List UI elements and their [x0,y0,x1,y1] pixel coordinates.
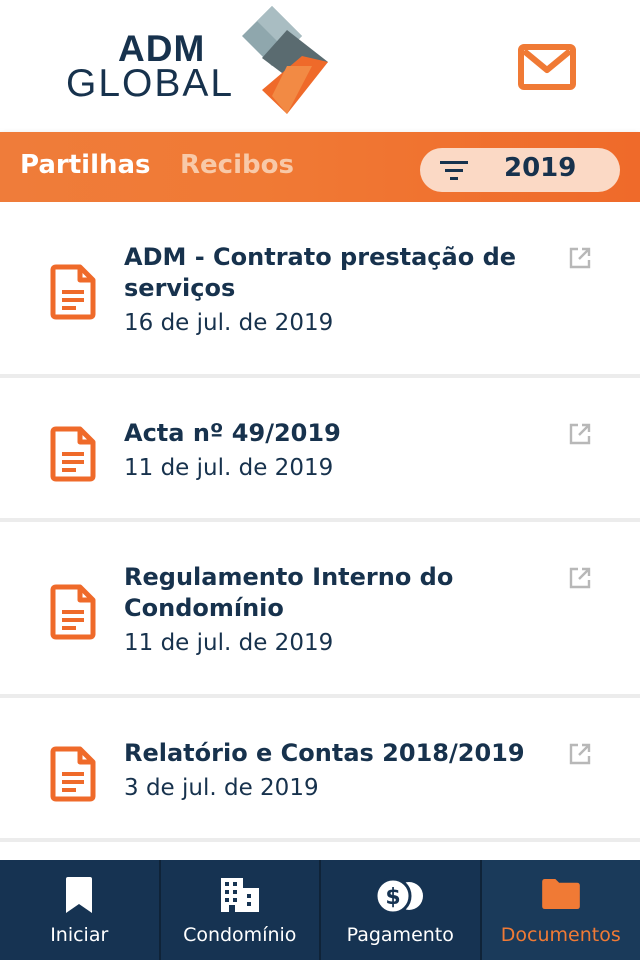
document-list-item[interactable]: ADM - Contrato prestação de serviços 16 … [0,202,640,378]
open-external-icon[interactable] [568,422,592,446]
svg-text:$: $ [386,885,401,910]
nav-documentos[interactable]: Documentos [481,860,640,960]
document-date: 11 de jul. de 2019 [124,455,334,481]
nav-condominio[interactable]: Condomínio [160,860,321,960]
building-icon [220,878,259,912]
nav-label-iniciar: Iniciar [50,924,109,946]
logo-mark-icon [242,6,328,114]
document-list-item-partial[interactable] [0,842,640,862]
nav-label-condominio: Condomínio [183,924,297,946]
document-title: ADM - Contrato prestação de serviços [124,243,517,302]
tab-partilhas[interactable]: Partilhas [20,150,151,180]
nav-pagamento[interactable]: $ Pagamento [321,860,482,960]
year-filter-button[interactable]: 2019 [420,148,620,192]
logo-text-global: GLOBAL [66,62,235,105]
document-title: Acta nº 49/2019 [124,419,341,447]
nav-label-pagamento: Pagamento [346,924,454,946]
document-icon [50,584,96,640]
document-icon [50,746,96,802]
document-list-item[interactable]: Acta nº 49/2019 11 de jul. de 2019 [0,378,640,522]
folder-icon [541,878,580,910]
mail-icon[interactable] [518,44,576,90]
document-icon [50,426,96,482]
document-date: 3 de jul. de 2019 [124,775,319,801]
filter-icon [440,161,468,180]
year-filter-value: 2019 [504,153,577,183]
nav-iniciar[interactable]: Iniciar [0,860,161,960]
open-external-icon[interactable] [568,246,592,270]
document-date: 11 de jul. de 2019 [124,630,334,656]
money-icon: $ [375,877,424,915]
open-external-icon[interactable] [568,742,592,766]
document-icon [50,264,96,320]
nav-label-documentos: Documentos [500,924,621,946]
document-date: 16 de jul. de 2019 [124,310,334,336]
app-header: ADM GLOBAL [0,0,640,132]
document-title: Regulamento Interno do Condomínio [124,563,454,622]
tab-recibos[interactable]: Recibos [180,150,294,180]
document-list-item[interactable]: Regulamento Interno do Condomínio 11 de … [0,522,640,698]
document-list-item[interactable]: Relatório e Contas 2018/2019 3 de jul. d… [0,698,640,842]
documents-tabbar: Partilhas Recibos 2019 [0,132,640,202]
bookmark-icon [66,877,93,913]
bottom-navigation: Iniciar Condomínio $ Pagamento Documento [0,860,640,960]
adm-global-logo: ADM GLOBAL [66,6,328,116]
document-title: Relatório e Contas 2018/2019 [124,739,525,767]
open-external-icon[interactable] [568,566,592,590]
